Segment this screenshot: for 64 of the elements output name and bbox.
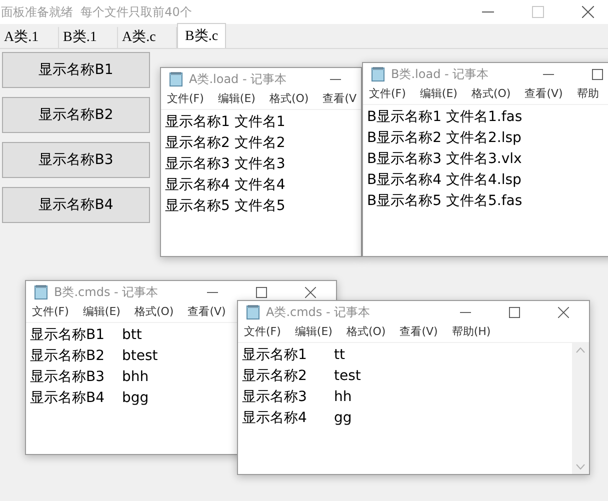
window-title: B类.cmds - 记事本 <box>54 284 158 301</box>
menu-item[interactable]: 格式(O) <box>134 304 174 321</box>
menu-item[interactable]: 文件(F) <box>32 304 69 321</box>
text-line: 显示名称B2 <box>30 347 106 366</box>
menu-item[interactable]: 格式(O) <box>269 91 309 108</box>
menu-item[interactable]: 格式(O) <box>471 86 511 103</box>
text-line: gg <box>334 409 352 428</box>
menu-item[interactable]: 编辑(E) <box>420 86 458 103</box>
text-line: bgg <box>122 389 149 408</box>
text-line: 显示名称1 文件名1 <box>165 113 286 132</box>
menu-item[interactable]: 帮助(H) <box>452 324 491 341</box>
display-name-button[interactable]: 显示名称B1 <box>2 52 150 88</box>
menu-item[interactable]: 帮助 <box>576 86 599 103</box>
text-line: 显示名称1 <box>242 346 308 365</box>
maximize-icon[interactable] <box>509 306 520 318</box>
text-line: B显示名称3 文件名3.vlx <box>367 150 522 169</box>
text-line: btest <box>122 347 158 366</box>
close-icon[interactable] <box>582 6 594 18</box>
text-line: hh <box>334 388 352 407</box>
menu-item[interactable]: 查看(V) <box>400 324 438 341</box>
menu-item[interactable]: 查看(V <box>322 91 357 108</box>
window-title: 面板准备就绪 每个文件只取前40个 <box>1 4 192 21</box>
maximize-icon[interactable] <box>256 286 267 298</box>
text-line: btt <box>122 326 142 345</box>
tab[interactable]: B类.c <box>177 23 226 48</box>
text-line: 显示名称3 <box>242 388 308 407</box>
text-line: B显示名称5 文件名5.fas <box>367 192 522 211</box>
close-icon[interactable] <box>305 286 316 298</box>
notepad-icon <box>371 66 385 82</box>
text-line: B显示名称4 文件名4.lsp <box>367 171 522 190</box>
menu-item[interactable]: 编辑(E) <box>82 304 120 321</box>
text-line: 显示名称B3 <box>30 368 106 387</box>
text-line: B显示名称1 文件名1.fas <box>367 108 522 127</box>
close-icon[interactable] <box>558 306 569 318</box>
text-line: 显示名称B4 <box>30 389 106 408</box>
text-line: bhh <box>122 368 149 387</box>
display-name-button[interactable]: 显示名称B3 <box>2 142 150 178</box>
display-name-button[interactable]: 显示名称B2 <box>2 97 150 133</box>
text-line: test <box>334 367 361 386</box>
window-title: A类.cmds - 记事本 <box>266 304 370 321</box>
text-line: 显示名称2 <box>242 367 308 386</box>
text-line: 显示名称2 文件名2 <box>165 134 286 153</box>
menu-item[interactable]: 格式(O) <box>346 324 386 341</box>
menu-item[interactable]: 文件(F) <box>167 91 204 108</box>
text-line: tt <box>334 346 345 365</box>
text-line: 显示名称5 文件名5 <box>165 197 286 216</box>
text-line: 显示名称4 文件名4 <box>165 176 286 195</box>
text-line: 显示名称3 文件名3 <box>165 155 286 174</box>
maximize-icon[interactable] <box>592 68 603 80</box>
window-title: A类.load - 记事本 <box>189 71 287 88</box>
notepad-icon <box>34 284 48 300</box>
menu-item[interactable]: 文件(F) <box>244 324 281 341</box>
menu-item[interactable]: 查看(V) <box>524 86 563 103</box>
notepad-icon <box>246 304 260 320</box>
text-line: 显示名称B1 <box>30 326 106 345</box>
text-line: 显示名称4 <box>242 409 308 428</box>
text-line: B显示名称2 文件名2.lsp <box>367 129 522 148</box>
menu-item[interactable]: 文件(F) <box>369 86 406 103</box>
notepad-icon <box>169 71 183 87</box>
menu-item[interactable]: 编辑(E) <box>218 91 256 108</box>
menu-item[interactable]: 编辑(E) <box>294 324 332 341</box>
menu-item[interactable]: 查看(V) <box>188 304 226 321</box>
window-title: B类.load - 记事本 <box>391 66 489 83</box>
display-name-button[interactable]: 显示名称B4 <box>2 187 150 223</box>
